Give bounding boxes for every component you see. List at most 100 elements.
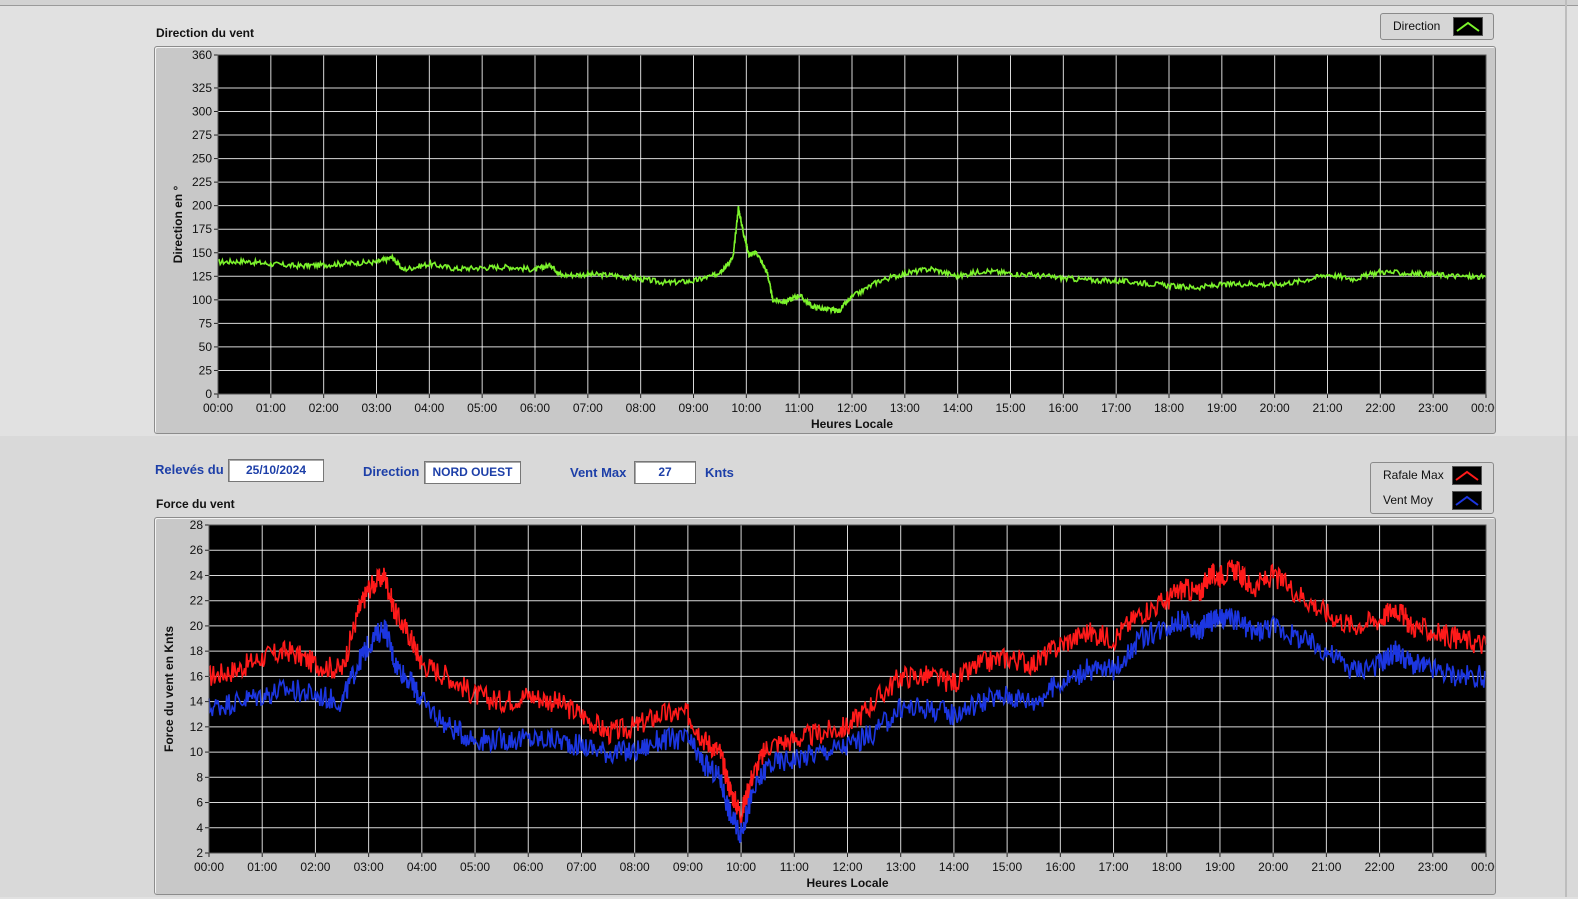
dir-xtick-label: 04:00 xyxy=(414,401,444,415)
window-right-edge xyxy=(1565,0,1567,897)
dir-xtick-label: 07:00 xyxy=(573,401,603,415)
force-xtick-label: 10:00 xyxy=(726,860,756,874)
force-xtick-label: 20:00 xyxy=(1258,860,1288,874)
dir-ytick-label: 300 xyxy=(192,105,212,119)
force-x-axis-label: Heures Locale xyxy=(806,876,888,890)
force-ytick-label: 28 xyxy=(190,518,204,532)
force-ytick-label: 8 xyxy=(196,770,203,784)
force-chart-title: Force du vent xyxy=(156,497,235,511)
force-xtick-label: 17:00 xyxy=(1099,860,1129,874)
force-xtick-label: 18:00 xyxy=(1152,860,1182,874)
force-xtick-label: 08:00 xyxy=(620,860,650,874)
date-field[interactable]: 25/10/2024 xyxy=(228,459,324,482)
force-xtick-label: 11:00 xyxy=(780,860,809,874)
force-chart-svg: 00:00 01:00 02:00 03:00 04:00 05:00 06:00 07:00… xyxy=(162,518,1501,890)
force-ytick-label: 14 xyxy=(190,695,204,709)
force-xtick-label: 05:00 xyxy=(460,860,490,874)
dir-ytick-label: 325 xyxy=(192,81,212,95)
force-ytick-label: 10 xyxy=(190,745,204,759)
force-xtick-label: 23:00 xyxy=(1418,860,1448,874)
force-y-axis-label: Force du vent en Knts xyxy=(162,626,176,752)
force-chart-panel: 00:00 01:00 02:00 03:00 04:00 05:00 06:00 07:00… xyxy=(154,517,1501,895)
dir-xtick-label: 14:00 xyxy=(943,401,973,415)
direction-legend[interactable]: Direction xyxy=(1380,13,1494,40)
dir-xtick-label: 02:00 xyxy=(309,401,339,415)
force-xtick-label: 16:00 xyxy=(1045,860,1075,874)
dir-xtick-label: 05:00 xyxy=(467,401,497,415)
releves-label: Relevés du xyxy=(155,462,224,477)
dir-xtick-label: 23:00 xyxy=(1418,401,1448,415)
dir-x-axis-label: Heures Locale xyxy=(811,417,893,431)
dir-xtick-label: 03:00 xyxy=(361,401,391,415)
force-xtick-label: 09:00 xyxy=(673,860,703,874)
force-ytick-label: 6 xyxy=(196,796,203,810)
dir-xtick-label: 00:00 xyxy=(1471,401,1495,415)
dir-xtick-label: 00:00 xyxy=(203,401,233,415)
force-ytick-label: 4 xyxy=(196,821,203,835)
dir-xtick-label: 18:00 xyxy=(1154,401,1184,415)
force-xtick-label: 14:00 xyxy=(939,860,969,874)
legend-item-rafale-max[interactable]: Rafale Max xyxy=(1371,463,1493,487)
force-xtick-label: 15:00 xyxy=(992,860,1022,874)
dir-ytick-label: 360 xyxy=(192,48,212,62)
dir-xtick-label: 17:00 xyxy=(1101,401,1131,415)
force-ytick-label: 18 xyxy=(190,644,204,658)
dir-ytick-label: 75 xyxy=(199,316,213,330)
force-xtick-label: 12:00 xyxy=(832,860,862,874)
force-legend[interactable]: Rafale Max Vent Moy xyxy=(1370,462,1494,514)
dir-ytick-label: 225 xyxy=(192,175,212,189)
unit-label: Knts xyxy=(705,465,734,480)
dir-xtick-label: 20:00 xyxy=(1260,401,1290,415)
force-xtick-label: 00:00 xyxy=(1471,860,1495,874)
dir-ytick-label: 125 xyxy=(192,269,212,283)
vent-max-label: Vent Max xyxy=(570,465,627,480)
force-xtick-label: 22:00 xyxy=(1365,860,1395,874)
dir-ytick-label: 50 xyxy=(199,340,213,354)
dir-xtick-label: 12:00 xyxy=(837,401,867,415)
dir-ytick-label: 275 xyxy=(192,128,212,142)
dir-ytick-label: 200 xyxy=(192,199,212,213)
legend-swatch-direction xyxy=(1453,17,1483,36)
dir-y-axis-label: Direction en ° xyxy=(171,186,185,264)
direction-chart-svg: 00:00 01:00 02:00 03:00 04:00 05:00 06:00 07:00… xyxy=(171,48,1501,431)
force-xtick-label: 02:00 xyxy=(300,860,330,874)
force-xtick-label: 01:00 xyxy=(247,860,277,874)
dir-xtick-label: 15:00 xyxy=(995,401,1025,415)
dir-xtick-label: 21:00 xyxy=(1312,401,1342,415)
force-xtick-label: 19:00 xyxy=(1205,860,1235,874)
force-xtick-label: 04:00 xyxy=(407,860,437,874)
dir-xtick-label: 06:00 xyxy=(520,401,550,415)
dir-xtick-label: 13:00 xyxy=(890,401,920,415)
window-top-edge xyxy=(0,0,1578,6)
force-xtick-label: 03:00 xyxy=(354,860,384,874)
direction-chart-title: Direction du vent xyxy=(156,26,255,40)
dir-xtick-label: 08:00 xyxy=(626,401,656,415)
dir-ytick-label: 25 xyxy=(199,363,213,377)
dir-xtick-label: 01:00 xyxy=(256,401,286,415)
legend-item-vent-moy[interactable]: Vent Moy xyxy=(1371,488,1493,512)
dir-ytick-label: 100 xyxy=(192,293,212,307)
force-xtick-label: 13:00 xyxy=(886,860,916,874)
dir-xtick-label: 09:00 xyxy=(678,401,708,415)
force-ytick-label: 16 xyxy=(190,669,204,683)
force-ytick-label: 20 xyxy=(190,619,204,633)
force-ytick-label: 12 xyxy=(190,720,204,734)
direction-label: Direction xyxy=(363,464,420,479)
dir-xtick-label: 10:00 xyxy=(731,401,761,415)
force-ytick-label: 22 xyxy=(190,594,204,608)
force-xtick-label: 21:00 xyxy=(1311,860,1341,874)
legend-label-rafale-max: Rafale Max xyxy=(1383,468,1444,482)
direction-value-field[interactable]: NORD OUEST xyxy=(424,461,521,484)
legend-label-vent-moy: Vent Moy xyxy=(1383,493,1434,507)
legend-item-direction[interactable]: Direction xyxy=(1381,14,1493,38)
legend-label-direction: Direction xyxy=(1393,19,1441,33)
direction-chart-panel: 00:00 01:00 02:00 03:00 04:00 05:00 06:00 07:00… xyxy=(154,46,1501,434)
force-xtick-label: 00:00 xyxy=(194,860,224,874)
vent-max-field[interactable]: 27 xyxy=(634,461,696,484)
dir-ytick-label: 0 xyxy=(205,387,212,401)
legend-swatch-rafale-max xyxy=(1452,466,1482,485)
dir-ytick-label: 150 xyxy=(192,246,212,260)
dir-xtick-label: 19:00 xyxy=(1207,401,1237,415)
dir-xtick-label: 16:00 xyxy=(1048,401,1078,415)
force-ytick-label: 2 xyxy=(196,846,203,860)
